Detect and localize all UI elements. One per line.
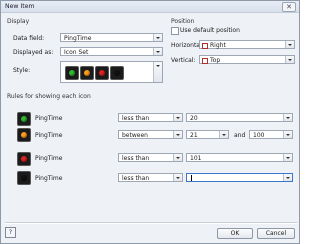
- chevron-down-icon: [173, 114, 182, 121]
- rule-field-label: PingTime: [35, 175, 63, 182]
- cancel-button[interactable]: Cancel: [257, 228, 295, 239]
- rule-field-label: PingTime: [35, 115, 63, 122]
- rule-4-operator-select[interactable]: less than: [118, 173, 183, 182]
- chevron-down-icon: [283, 174, 292, 181]
- data-field-select[interactable]: PingTime: [60, 33, 163, 42]
- chevron-down-icon: [173, 131, 182, 138]
- rule-2-min-value-input[interactable]: 21: [186, 130, 229, 139]
- rule-2-max-value-input[interactable]: 100: [249, 130, 293, 139]
- orange-light-icon: [17, 128, 31, 142]
- vertical-label: Vertical:: [171, 57, 196, 64]
- chevron-down-icon: [173, 154, 182, 161]
- chevron-down-icon: [153, 48, 162, 55]
- close-button[interactable]: ✕: [282, 2, 296, 12]
- new-item-dialog: New Item ✕ Display Data field: PingTime …: [0, 0, 300, 244]
- green-light-icon: [17, 112, 31, 126]
- displayed-as-select[interactable]: Icon Set: [60, 47, 163, 56]
- and-label: and: [234, 132, 246, 139]
- chevron-down-icon: [285, 41, 294, 48]
- chevron-down-icon: [283, 154, 292, 161]
- rule-1-value-input[interactable]: 20: [186, 113, 293, 122]
- displayed-as-label: Displayed as:: [13, 49, 54, 56]
- chevron-down-icon: [219, 131, 228, 138]
- position-group-label: Position: [171, 18, 195, 25]
- rules-group-label: Rules for showing each icon: [7, 93, 91, 100]
- close-icon: ✕: [286, 3, 292, 11]
- chevron-down-icon: [283, 131, 292, 138]
- rule-field-label: PingTime: [35, 132, 63, 139]
- chevron-down-icon: [153, 62, 162, 82]
- red-light-icon: [17, 152, 31, 166]
- text-cursor: [191, 175, 192, 181]
- ok-button[interactable]: OK: [217, 228, 253, 239]
- rule-4-value-input[interactable]: [186, 173, 293, 182]
- chevron-down-icon: [153, 34, 162, 41]
- rule-3-operator-select[interactable]: less than: [118, 153, 183, 162]
- rule-field-label: PingTime: [35, 155, 63, 162]
- position-top-icon: [202, 58, 208, 64]
- dialog-title: New Item: [5, 3, 35, 10]
- position-right-icon: [202, 43, 208, 49]
- red-light-icon: [95, 66, 109, 80]
- data-field-label: Data field:: [13, 35, 45, 42]
- chevron-down-icon: [173, 174, 182, 181]
- rule-1-operator-select[interactable]: less than: [118, 113, 183, 122]
- footer-divider: [5, 222, 297, 224]
- rule-3-value-input[interactable]: 101: [186, 153, 293, 162]
- chevron-down-icon: [283, 114, 292, 121]
- horizontal-select[interactable]: Right: [199, 40, 295, 49]
- chevron-down-icon: [285, 56, 294, 63]
- use-default-position-checkbox[interactable]: [171, 27, 179, 35]
- orange-light-icon: [80, 66, 94, 80]
- display-group-label: Display: [7, 18, 30, 25]
- green-light-icon: [65, 66, 79, 80]
- help-icon[interactable]: ?: [5, 227, 16, 238]
- rule-2-operator-select[interactable]: between: [118, 130, 183, 139]
- vertical-select[interactable]: Top: [199, 55, 295, 64]
- black-light-icon: [17, 171, 31, 185]
- black-light-icon: [110, 66, 124, 80]
- style-label: Style:: [13, 67, 31, 74]
- title-bar: New Item ✕: [1, 1, 299, 13]
- style-select[interactable]: [60, 61, 163, 83]
- use-default-position-label: Use default position: [180, 27, 240, 34]
